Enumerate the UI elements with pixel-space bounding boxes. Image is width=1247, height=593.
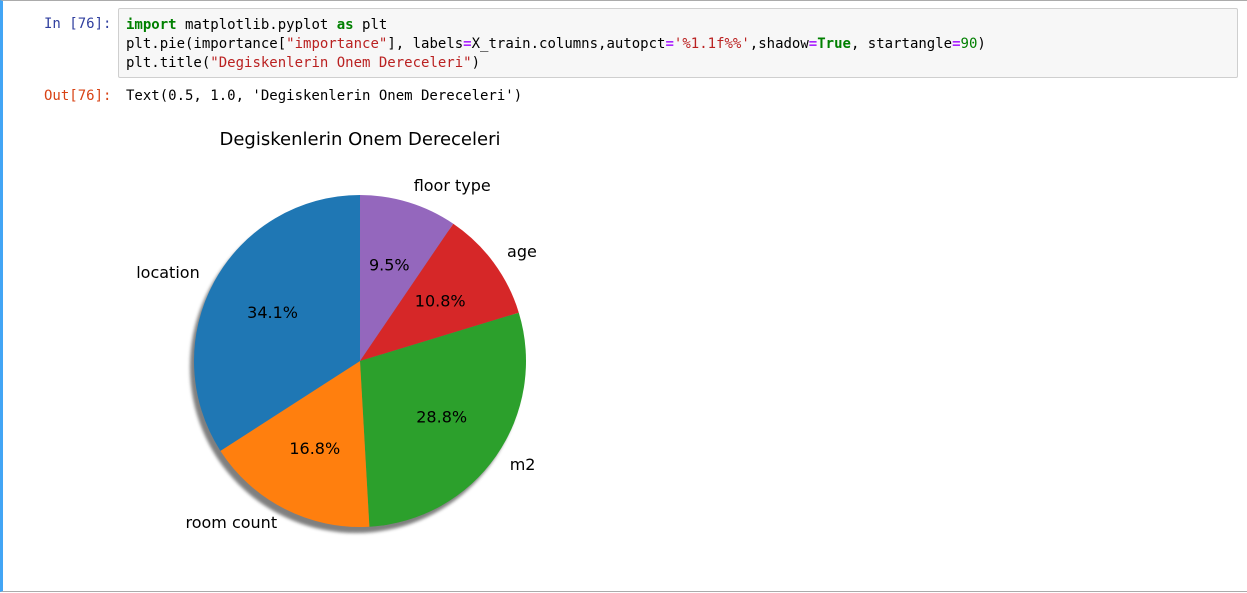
- code-line-2: plt.pie(importance["importance"], labels…: [126, 35, 986, 53]
- code-text: X_train.columns,autopct: [471, 36, 666, 52]
- string-literal: '%1.1f%%': [673, 36, 750, 52]
- code-text: plt.title(: [126, 55, 211, 71]
- operator: =: [808, 36, 818, 52]
- code-text: ], labels: [387, 36, 464, 52]
- code-text: plt.pie(importance[: [126, 36, 287, 52]
- code-editor[interactable]: import matplotlib.pyplot as plt plt.pie(…: [118, 8, 1238, 78]
- pie-chart: Degiskenlerin Onem Dereceleri floor type…: [136, 129, 537, 533]
- keyword: as: [336, 17, 354, 33]
- operator: =: [665, 36, 674, 52]
- code-text: plt: [353, 17, 388, 33]
- code-text: , startangle: [850, 36, 953, 52]
- slice-percentage: 10.8%: [415, 291, 466, 310]
- slice-percentage: 34.1%: [247, 303, 298, 322]
- keyword: import: [126, 17, 177, 33]
- output-prompt: Out[76]:: [44, 88, 112, 104]
- operator: =: [952, 36, 961, 52]
- code-text: matplotlib.pyplot: [176, 17, 337, 33]
- slice-label: room count: [185, 513, 277, 532]
- operator: =: [463, 36, 472, 52]
- keyword: True: [817, 36, 851, 52]
- input-prompt: In [76]:: [44, 16, 112, 32]
- slice-percentage: 16.8%: [289, 439, 340, 458]
- code-text: ): [471, 55, 481, 71]
- slice-label: age: [507, 242, 537, 261]
- slice-label: floor type: [414, 176, 491, 195]
- string-literal: "Degiskenlerin Onem Dereceleri": [210, 55, 472, 71]
- code-text: ): [977, 36, 986, 52]
- chart-title: Degiskenlerin Onem Dereceleri: [220, 129, 501, 150]
- number-literal: 90: [960, 36, 978, 52]
- slice-label: m2: [510, 455, 536, 474]
- slice-percentage: 28.8%: [416, 408, 467, 427]
- string-literal: "importance": [286, 36, 388, 52]
- slice-percentage: 9.5%: [369, 255, 410, 274]
- code-text: ,shadow: [749, 36, 809, 52]
- code-line-1: import matplotlib.pyplot as plt: [126, 16, 387, 34]
- output-text: Text(0.5, 1.0, 'Degiskenlerin Onem Derec…: [126, 88, 523, 104]
- slice-label: location: [136, 263, 199, 282]
- code-line-3: plt.title("Degiskenlerin Onem Dereceleri…: [126, 54, 480, 72]
